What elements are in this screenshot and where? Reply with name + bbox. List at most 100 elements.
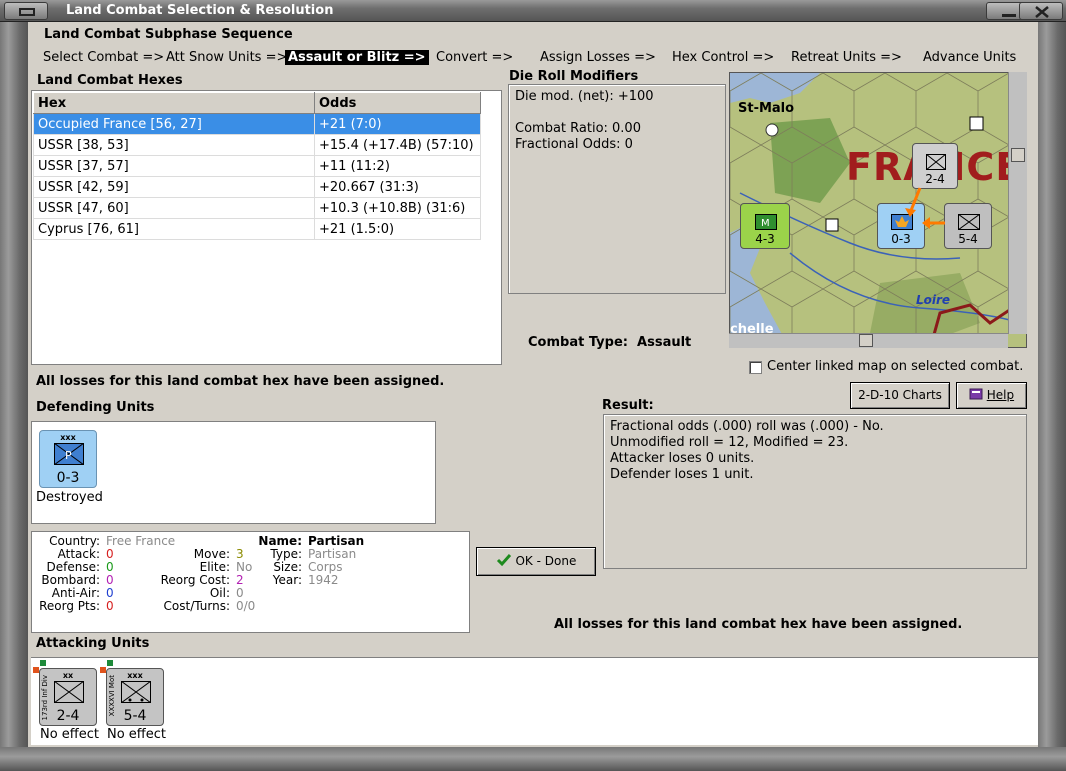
die-roll-modifiers-title: Die Roll Modifiers [509, 69, 639, 84]
cell-hex: Occupied France [56, 27] [33, 113, 315, 135]
cell-hex: USSR [47, 60] [33, 197, 315, 219]
window-frame-left [0, 22, 28, 771]
subphase-step-hex-control: Hex Control => [672, 50, 775, 65]
status-dot [107, 660, 113, 666]
window-frame-right [1038, 22, 1066, 771]
result-line: Fractional odds (.000) roll was (.000) -… [610, 419, 884, 434]
unit-type-letter: P [65, 449, 72, 462]
attacking-units-title: Attacking Units [36, 636, 150, 651]
country-value: Free France [106, 534, 176, 548]
unit-strength: 2-4 [56, 708, 80, 724]
year-value: 1942 [308, 573, 339, 587]
infantry-icon [54, 681, 84, 703]
drm-blank-line [515, 105, 719, 121]
unit-marker-icon [825, 218, 839, 232]
combat-type: Combat Type: Assault [528, 335, 691, 350]
cell-odds: +21 (1.5:0) [314, 218, 481, 240]
column-header-hex[interactable]: Hex [33, 92, 315, 114]
cell-hex: Cyprus [76, 61] [33, 218, 315, 240]
column-header-odds[interactable]: Odds [314, 92, 481, 114]
cell-odds: +11 (11:2) [314, 155, 481, 177]
help-button[interactable]: Help [956, 382, 1027, 409]
drm-fractional-odds-line: Fractional Odds: 0 [515, 137, 633, 152]
cell-odds: +15.4 (+17.4B) (57:10) [314, 134, 481, 156]
svg-text:M: M [761, 218, 770, 229]
losses-assigned-message-2: All losses for this land combat hex have… [554, 617, 963, 632]
unit-size: xxx [60, 433, 76, 442]
map-vertical-scrollbar[interactable] [1008, 72, 1027, 334]
drm-combat-ratio-line: Combat Ratio: 0.00 [515, 121, 641, 136]
cost-turns-label: Cost/Turns: [163, 599, 230, 613]
table-row[interactable]: Cyprus [76, 61] +21 (1.5:0) [33, 218, 481, 240]
close-icon [1035, 6, 1049, 18]
subphase-sequence-title: Land Combat Subphase Sequence [44, 27, 293, 42]
attacking-unit-counter[interactable]: xxx XXXXVI Mot 5-4 [106, 668, 164, 726]
unit-strength: 0-3 [891, 232, 911, 246]
motorized-unit-icon [958, 214, 980, 230]
result-panel: Fractional odds (.000) roll was (.000) -… [603, 414, 1027, 569]
charts-button[interactable]: 2-D-10 Charts [850, 382, 950, 409]
cell-odds: +20.667 (31:3) [314, 176, 481, 198]
cell-hex: USSR [37, 57] [33, 155, 315, 177]
partisan-unit-icon: P [54, 443, 84, 465]
combat-type-label: Combat Type: [528, 335, 628, 350]
subphase-step-convert: Convert => [436, 50, 514, 65]
result-title: Result: [602, 398, 654, 413]
map-unit-attacker-left[interactable]: M 4-3 [740, 203, 790, 249]
defending-units-title: Defending Units [36, 400, 155, 415]
window-frame-bottom [0, 747, 1066, 771]
subphase-step-assault-or-blitz: Assault or Blitz => [285, 50, 429, 65]
table-row[interactable]: USSR [37, 57] +11 (11:2) [33, 155, 481, 177]
unit-strength: 5-4 [958, 232, 978, 246]
reorg-pts-label: Reorg Pts: [39, 599, 100, 613]
combat-type-value: Assault [637, 335, 692, 350]
charts-button-label: 2-D-10 Charts [858, 388, 942, 402]
unit-strength: 5-4 [123, 708, 147, 724]
result-line: Attacker loses 0 units. [610, 451, 755, 466]
losses-assigned-message: All losses for this land combat hex have… [36, 374, 445, 389]
result-line: Unmodified roll = 12, Modified = 23. [610, 435, 849, 450]
cost-turns-value: 0/0 [236, 599, 256, 613]
combat-hexes-title: Land Combat Hexes [37, 73, 183, 88]
center-map-checkbox[interactable] [749, 361, 762, 374]
attacking-unit-counter[interactable]: xx 173rd Inf Div 2-4 [39, 668, 97, 726]
attacking-units-panel: xx 173rd Inf Div 2-4 No effect xxx XXXXV… [31, 657, 1038, 745]
infantry-icon [926, 154, 946, 170]
defending-units-panel: xxx P 0-3 Destroyed [31, 421, 436, 524]
table-header-row: Hex Odds [33, 92, 481, 114]
close-button[interactable] [1019, 2, 1063, 20]
motorized-unit-icon [121, 681, 151, 703]
table-row[interactable]: USSR [38, 53] +15.4 (+17.4B) (57:10) [33, 134, 481, 156]
combat-hexes-list[interactable]: Hex Odds Occupied France [56, 27] +21 (7… [31, 90, 502, 365]
table-row[interactable]: Occupied France [56, 27] +21 (7:0) [33, 113, 481, 135]
subphase-step-retreat-units: Retreat Units => [791, 50, 902, 65]
unit-info-panel: Country: Free France Attack: 0 Defense: … [31, 531, 470, 633]
result-line: Defender loses 1 unit. [610, 467, 754, 482]
table-row[interactable]: USSR [42, 59] +20.667 (31:3) [33, 176, 481, 198]
subphase-step-select-combat: Select Combat => [43, 50, 165, 65]
help-book-icon [969, 388, 983, 400]
unit-strength: 0-3 [56, 470, 80, 486]
help-button-label: Help [986, 388, 1015, 402]
cell-hex: USSR [38, 53] [33, 134, 315, 156]
die-roll-modifiers-panel: Die mod. (net): +100 Combat Ratio: 0.00 … [508, 84, 726, 294]
map-hscroll-thumb[interactable] [859, 334, 873, 347]
map-unit-attacker-right[interactable]: 5-4 [944, 203, 992, 249]
city-icon [765, 123, 779, 137]
cell-odds: +21 (7:0) [314, 113, 481, 135]
subphase-step-att-snow-units: Att Snow Units => [166, 50, 288, 65]
map-horizontal-scrollbar[interactable] [729, 333, 1008, 348]
linked-map[interactable]: St-Malo FRANCE Loire chelle 2-4 M 4-3 0-… [729, 72, 1027, 348]
reorg-pts-value: 0 [106, 599, 114, 613]
window-titlebar[interactable]: Land Combat Selection & Resolution [0, 0, 1066, 22]
map-vscroll-thumb[interactable] [1011, 148, 1025, 162]
checkmark-icon [496, 554, 511, 567]
window-menu-button[interactable] [4, 2, 48, 20]
drm-net-line: Die mod. (net): +100 [515, 89, 654, 104]
window-title: Land Combat Selection & Resolution [66, 3, 334, 18]
ok-done-button[interactable]: OK - Done [476, 547, 596, 576]
map-city-label: St-Malo [738, 101, 795, 116]
defending-unit-counter[interactable]: xxx P 0-3 [39, 430, 97, 488]
defending-unit-status: Destroyed [36, 490, 103, 505]
table-row[interactable]: USSR [47, 60] +10.3 (+10.8B) (31:6) [33, 197, 481, 219]
